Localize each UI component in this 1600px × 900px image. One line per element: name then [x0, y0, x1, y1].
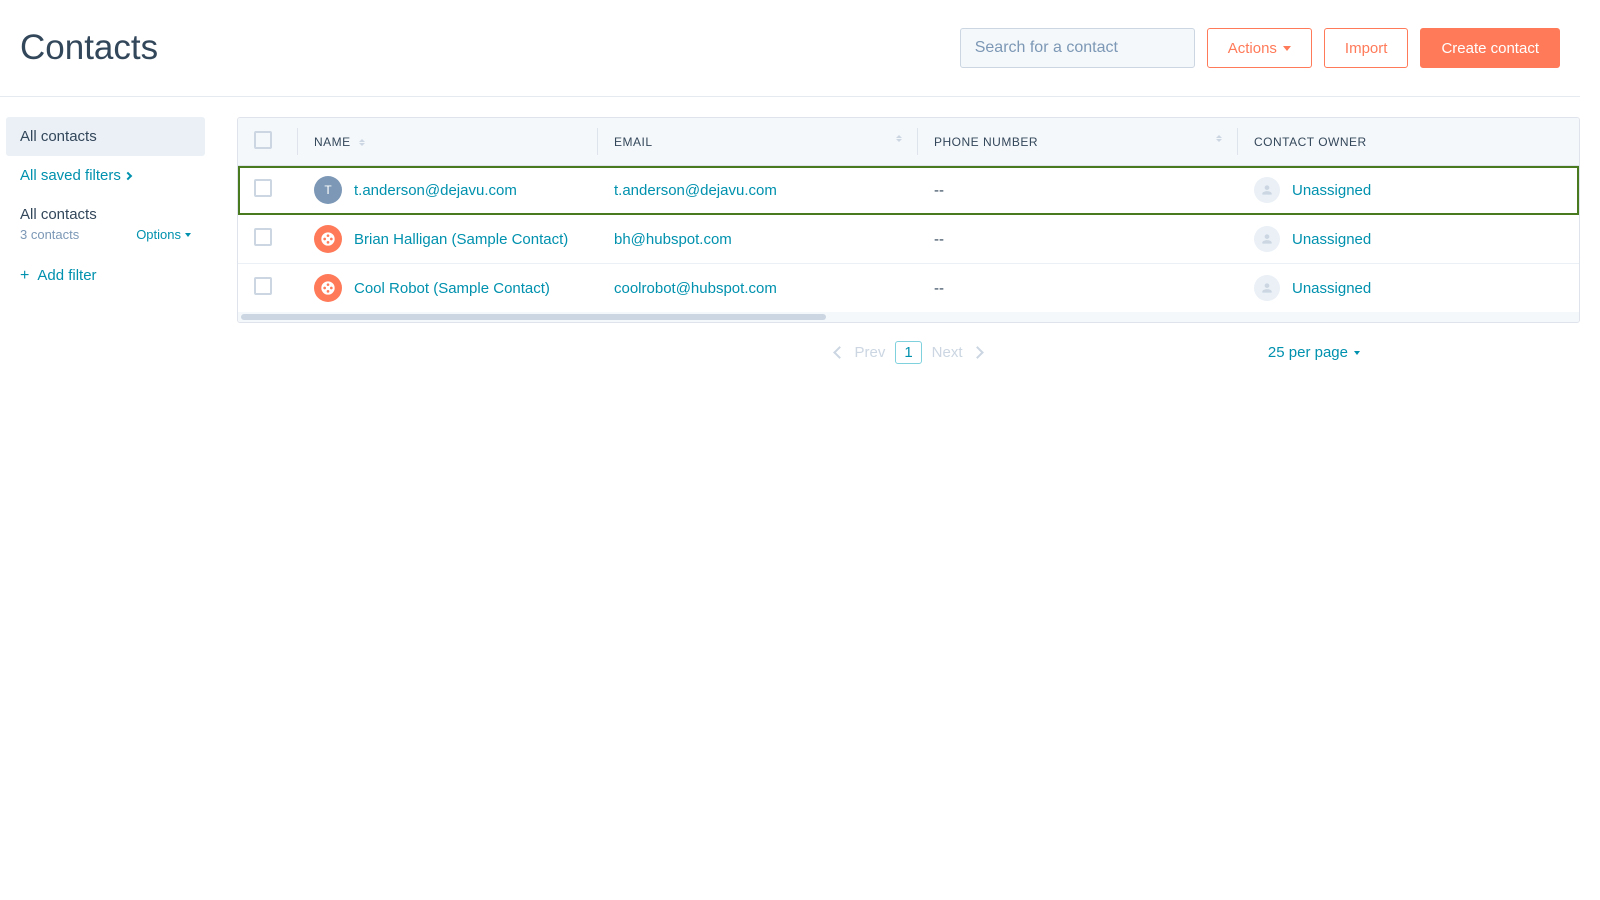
contact-owner[interactable]: Unassigned — [1292, 182, 1371, 199]
select-all-checkbox[interactable] — [254, 131, 272, 149]
col-header-name[interactable]: NAME — [298, 118, 598, 166]
contact-email[interactable]: t.anderson@dejavu.com — [614, 182, 777, 199]
contact-owner[interactable]: Unassigned — [1292, 280, 1371, 297]
chevron-right-icon[interactable] — [971, 346, 984, 359]
options-label: Options — [136, 227, 181, 242]
caret-down-icon — [1354, 351, 1360, 355]
search-input[interactable] — [975, 39, 1182, 57]
import-button[interactable]: Import — [1324, 28, 1409, 68]
avatar — [314, 225, 342, 253]
prev-button[interactable]: Prev — [854, 344, 885, 361]
contact-name[interactable]: Brian Halligan (Sample Contact) — [354, 231, 568, 248]
saved-filters-label: All saved filters — [20, 167, 121, 184]
avatar: T — [314, 176, 342, 204]
filter-heading: All contacts — [20, 206, 191, 223]
row-checkbox[interactable] — [254, 228, 272, 246]
col-header-checkbox — [238, 118, 298, 166]
contacts-table: NAME EMAIL PHONE NUMBER — [238, 118, 1579, 312]
chevron-left-icon[interactable] — [834, 346, 847, 359]
caret-down-icon — [185, 233, 191, 237]
owner-avatar-icon — [1254, 177, 1280, 203]
options-link[interactable]: Options — [136, 227, 191, 242]
horizontal-scrollbar[interactable] — [238, 312, 1579, 322]
next-button[interactable]: Next — [932, 344, 963, 361]
sidebar-filter-section: All contacts 3 contacts Options — [6, 195, 205, 253]
scrollbar-thumb[interactable] — [241, 314, 826, 320]
search-box[interactable] — [960, 28, 1195, 68]
contact-phone: -- — [934, 280, 944, 297]
col-header-owner[interactable]: CONTACT OWNER — [1238, 118, 1579, 166]
sidebar: All contacts All saved filters All conta… — [0, 117, 205, 382]
contact-count: 3 contacts — [20, 227, 79, 242]
contact-owner[interactable]: Unassigned — [1292, 231, 1371, 248]
import-label: Import — [1345, 40, 1388, 57]
header-actions: Actions Import Create contact — [960, 28, 1560, 68]
actions-button[interactable]: Actions — [1207, 28, 1312, 68]
per-page-select[interactable]: 25 per page — [1268, 344, 1360, 361]
col-header-phone[interactable]: PHONE NUMBER — [918, 118, 1238, 166]
page-title: Contacts — [20, 28, 960, 68]
contact-name[interactable]: Cool Robot (Sample Contact) — [354, 280, 550, 297]
table-row[interactable]: Tt.anderson@dejavu.com t.anderson@dejavu.… — [238, 166, 1579, 215]
owner-avatar-icon — [1254, 226, 1280, 252]
contact-email[interactable]: bh@hubspot.com — [614, 231, 732, 248]
owner-avatar-icon — [1254, 275, 1280, 301]
page-header: Contacts Actions Import Create contact — [0, 0, 1580, 97]
actions-label: Actions — [1228, 40, 1277, 57]
main-content: NAME EMAIL PHONE NUMBER — [237, 117, 1580, 382]
contact-email[interactable]: coolrobot@hubspot.com — [614, 280, 777, 297]
page-number[interactable]: 1 — [895, 341, 921, 364]
row-checkbox[interactable] — [254, 277, 272, 295]
sort-icon — [1216, 135, 1222, 142]
table-row[interactable]: Brian Halligan (Sample Contact) bh@hubspo… — [238, 215, 1579, 264]
add-filter-button[interactable]: + Add filter — [6, 253, 205, 298]
contacts-table-wrap: NAME EMAIL PHONE NUMBER — [237, 117, 1580, 323]
contact-name[interactable]: t.anderson@dejavu.com — [354, 182, 517, 199]
contact-phone: -- — [934, 182, 944, 199]
sort-icon — [896, 135, 902, 142]
avatar — [314, 274, 342, 302]
add-filter-label: Add filter — [37, 267, 96, 284]
per-page-label: 25 per page — [1268, 344, 1348, 361]
sidebar-item-all-contacts[interactable]: All contacts — [6, 117, 205, 156]
pagination: Prev 1 Next 25 per page — [237, 323, 1580, 382]
col-header-email[interactable]: EMAIL — [598, 118, 918, 166]
chevron-right-icon — [124, 171, 132, 179]
table-row[interactable]: Cool Robot (Sample Contact) coolrobot@hub… — [238, 264, 1579, 313]
plus-icon: + — [20, 268, 29, 284]
sidebar-link-saved-filters[interactable]: All saved filters — [6, 156, 205, 195]
create-contact-label: Create contact — [1441, 40, 1539, 57]
sort-icon — [359, 139, 365, 146]
row-checkbox[interactable] — [254, 179, 272, 197]
contact-phone: -- — [934, 231, 944, 248]
caret-down-icon — [1283, 46, 1291, 51]
create-contact-button[interactable]: Create contact — [1420, 28, 1560, 68]
